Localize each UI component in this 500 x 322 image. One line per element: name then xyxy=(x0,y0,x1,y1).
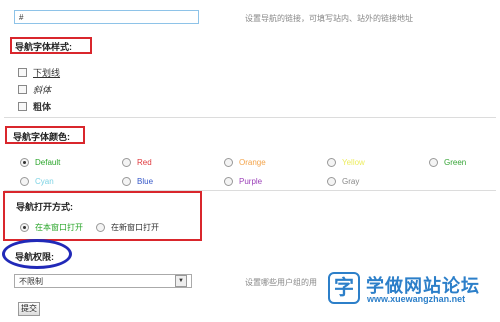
site-logo-icon: 字 xyxy=(328,272,360,304)
open-mode-title: 导航打开方式: xyxy=(16,202,73,212)
color-label-green: Green xyxy=(444,157,467,167)
divider xyxy=(4,117,496,118)
underline-checkbox[interactable] xyxy=(18,67,27,77)
color-option-green[interactable]: Green xyxy=(429,156,466,168)
chevron-down-icon[interactable]: ▼ xyxy=(175,275,187,287)
color-radio-cyan[interactable] xyxy=(20,176,29,186)
underline-label: 下划线 xyxy=(33,67,61,78)
italic-option[interactable]: 斜体 xyxy=(18,83,51,95)
link-hint: 设置导航的链接，可填写站内、站外的链接地址 xyxy=(245,14,413,23)
color-radio-gray[interactable] xyxy=(327,176,336,186)
color-radio-red[interactable] xyxy=(122,157,131,167)
italic-label: 斜体 xyxy=(33,84,52,95)
color-option-orange[interactable]: Orange xyxy=(224,156,266,168)
permission-title: 导航权限: xyxy=(15,252,54,262)
open-new-window-radio[interactable] xyxy=(96,222,105,232)
open-same-window-option[interactable]: 在本窗口打开 xyxy=(20,221,83,233)
color-label-default: Default xyxy=(35,157,61,167)
link-input[interactable] xyxy=(14,10,199,24)
italic-checkbox[interactable] xyxy=(18,84,27,94)
color-label-red: Red xyxy=(137,157,152,167)
color-radio-purple[interactable] xyxy=(224,176,233,186)
open-new-window-label: 在新窗口打开 xyxy=(111,222,159,232)
open-mode-highlight xyxy=(3,191,202,241)
bold-option[interactable]: 粗体 xyxy=(18,100,51,112)
permission-hint: 设置哪些用户组的用 xyxy=(245,278,317,287)
color-radio-default[interactable] xyxy=(20,157,29,167)
font-style-title: 导航字体样式: xyxy=(15,42,72,52)
underline-option[interactable]: 下划线 xyxy=(18,66,60,78)
submit-button[interactable]: 提交 xyxy=(18,302,40,316)
color-radio-blue[interactable] xyxy=(122,176,131,186)
color-option-red[interactable]: Red xyxy=(122,156,152,168)
color-label-yellow: Yellow xyxy=(342,157,365,167)
color-radio-yellow[interactable] xyxy=(327,157,336,167)
color-label-gray: Gray xyxy=(342,176,360,186)
watermark-url: www.xuewangzhan.net xyxy=(367,294,466,304)
color-label-orange: Orange xyxy=(239,157,266,167)
open-same-window-radio[interactable] xyxy=(20,222,29,232)
bold-checkbox[interactable] xyxy=(18,101,27,111)
permission-select-value: 不限制 xyxy=(19,276,43,286)
color-label-purple: Purple xyxy=(239,176,263,186)
color-option-purple[interactable]: Purple xyxy=(224,175,262,187)
open-new-window-option[interactable]: 在新窗口打开 xyxy=(96,221,159,233)
bold-label: 粗体 xyxy=(33,101,52,112)
color-option-yellow[interactable]: Yellow xyxy=(327,156,365,168)
font-color-title: 导航字体颜色: xyxy=(13,132,70,142)
color-option-cyan[interactable]: Cyan xyxy=(20,175,54,187)
color-option-default[interactable]: Default xyxy=(20,156,60,168)
color-label-cyan: Cyan xyxy=(35,176,54,186)
color-label-blue: Blue xyxy=(137,176,154,186)
color-radio-orange[interactable] xyxy=(224,157,233,167)
color-radio-green[interactable] xyxy=(429,157,438,167)
open-same-window-label: 在本窗口打开 xyxy=(35,222,83,232)
permission-select[interactable]: 不限制 ▼ xyxy=(14,274,192,288)
color-option-gray[interactable]: Gray xyxy=(327,175,359,187)
color-option-blue[interactable]: Blue xyxy=(122,175,153,187)
